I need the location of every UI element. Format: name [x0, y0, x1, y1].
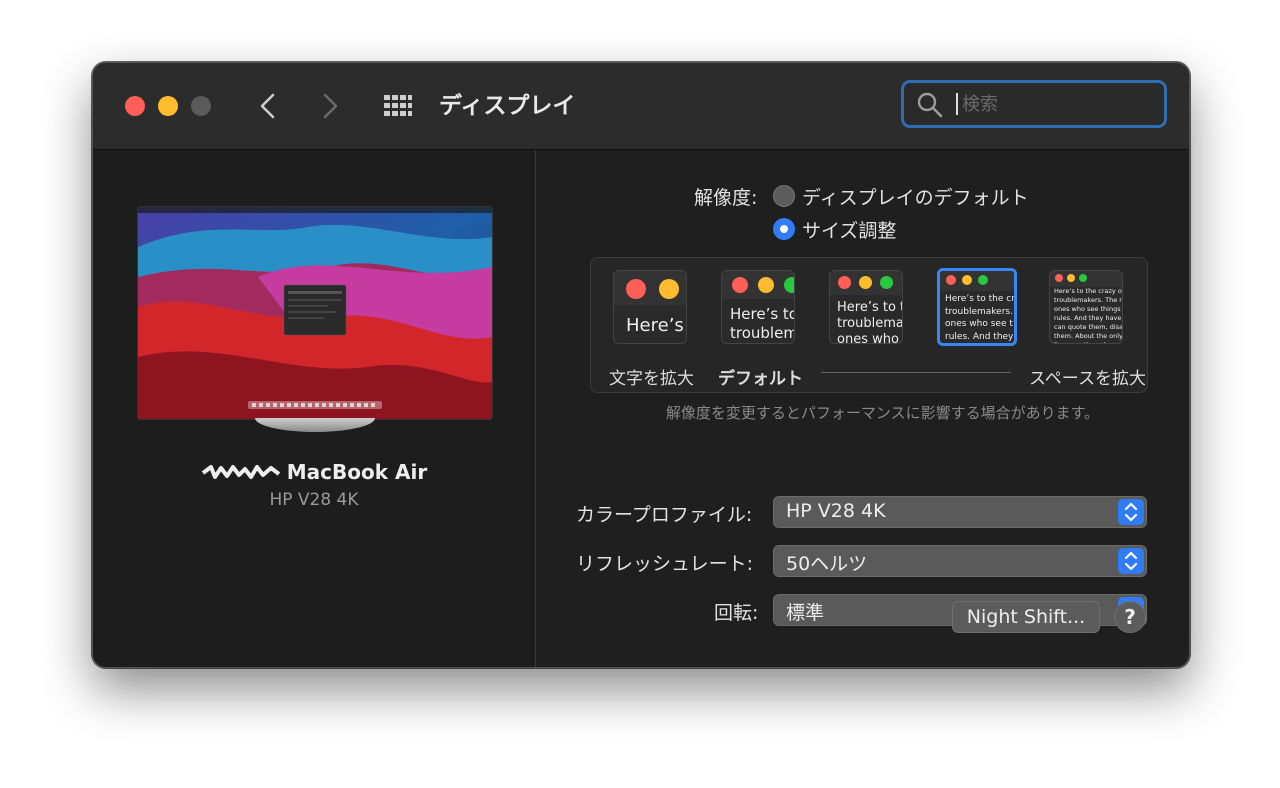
window-title: ディスプレイ — [439, 93, 576, 119]
yellow-dot-icon — [962, 275, 972, 285]
night-shift-button[interactable]: Night Shift... — [952, 601, 1100, 633]
chevron-left-icon — [260, 93, 275, 119]
scale-sample-text: Here’s to the crazy one troublemakers. T… — [1054, 287, 1123, 343]
scale-divider-line — [821, 372, 1011, 373]
red-dot-icon — [1055, 274, 1063, 282]
yellow-dot-icon — [1067, 274, 1075, 282]
performance-note: 解像度を変更するとパフォーマンスに影響する場合があります。 — [665, 404, 1100, 422]
close-button[interactable] — [125, 96, 145, 116]
updown-chevron-icon — [1118, 499, 1144, 525]
scale-caption-default: デフォルト — [718, 369, 803, 389]
search-icon — [917, 92, 943, 118]
grid-icon — [384, 95, 412, 116]
scale-sample-text: Here’s — [626, 315, 684, 336]
help-button[interactable]: ? — [1114, 601, 1146, 633]
search-input[interactable] — [960, 89, 1154, 119]
refresh-rate-value: 50ヘルツ — [786, 553, 868, 575]
redacted-scribble — [201, 465, 280, 479]
green-dot-icon — [978, 275, 988, 285]
device-name: MacBook Air — [93, 460, 535, 484]
device-model: HP V28 4K — [269, 490, 359, 510]
scale-sample-text: Here’s to the cr troublemakers. ones who… — [945, 294, 1015, 342]
device-name-label: MacBook Air — [286, 460, 428, 484]
rotation-label: 回転: — [714, 602, 759, 624]
scale-sample-text: Here’s to t troublema ones who — [837, 300, 903, 344]
yellow-dot-icon — [659, 279, 679, 299]
display-preferences-window: ディスプレイ 検索 MacBook Air HP V28 4K 解像度: ディス… — [92, 62, 1190, 668]
resolution-label: 解像度: — [694, 187, 758, 209]
back-button[interactable] — [253, 89, 283, 123]
radio-default-label[interactable]: ディスプレイのデフォルト — [802, 183, 1029, 210]
scale-option-medium[interactable]: Here’s to t troublema ones who — [829, 270, 903, 344]
radio-scaled-label[interactable]: サイズ調整 — [802, 216, 896, 243]
green-dot-icon — [1079, 274, 1087, 282]
scale-caption-larger-text: 文字を拡大 — [609, 369, 694, 389]
forward-button[interactable] — [315, 89, 345, 123]
display-sidebar: MacBook Air HP V28 4K — [93, 150, 536, 667]
search-field[interactable] — [901, 80, 1167, 128]
scale-option-most-space[interactable]: Here’s to the crazy one troublemakers. T… — [1049, 270, 1123, 344]
color-profile-value: HP V28 4K — [786, 500, 886, 522]
scale-sample-text: Here’s to troublem — [730, 305, 795, 342]
color-profile-popup[interactable]: HP V28 4K — [773, 496, 1147, 528]
zoom-button[interactable] — [191, 96, 211, 116]
yellow-dot-icon — [859, 276, 872, 289]
desktop-wallpaper-image — [138, 207, 492, 419]
green-dot-icon — [784, 277, 794, 293]
rotation-value: 標準 — [786, 602, 825, 624]
updown-chevron-icon — [1118, 548, 1144, 574]
scale-option-default[interactable]: Here’s to troublem — [721, 270, 795, 344]
text-cursor — [956, 93, 958, 115]
color-profile-label: カラープロファイル: — [576, 504, 753, 526]
refresh-rate-popup[interactable]: 50ヘルツ — [773, 545, 1147, 577]
minimize-button[interactable] — [158, 96, 178, 116]
red-dot-icon — [732, 277, 748, 293]
yellow-dot-icon — [758, 277, 774, 293]
green-dot-icon — [880, 276, 893, 289]
scale-selector: Here’s Here’s to troublem Here’s to t tr… — [590, 257, 1148, 393]
scale-option-more-space-selected[interactable]: Here’s to the cr troublemakers. ones who… — [937, 268, 1017, 346]
radio-scaled-resolution[interactable] — [773, 218, 795, 240]
scale-option-larger-text[interactable]: Here’s — [613, 270, 687, 344]
refresh-rate-label: リフレッシュレート: — [576, 553, 754, 575]
red-dot-icon — [946, 275, 956, 285]
monitor-stand — [255, 418, 375, 432]
show-all-button[interactable] — [383, 93, 413, 119]
scale-caption-more-space: スペースを拡大 — [1029, 369, 1146, 389]
red-dot-icon — [626, 279, 646, 299]
display-settings-panel: 解像度: ディスプレイのデフォルト サイズ調整 Here’s Here’s to… — [536, 150, 1189, 667]
red-dot-icon — [838, 276, 851, 289]
radio-default-resolution[interactable] — [773, 185, 795, 207]
monitor-preview — [137, 206, 493, 420]
title-bar: ディスプレイ — [93, 63, 1189, 150]
chevron-right-icon — [323, 93, 338, 119]
